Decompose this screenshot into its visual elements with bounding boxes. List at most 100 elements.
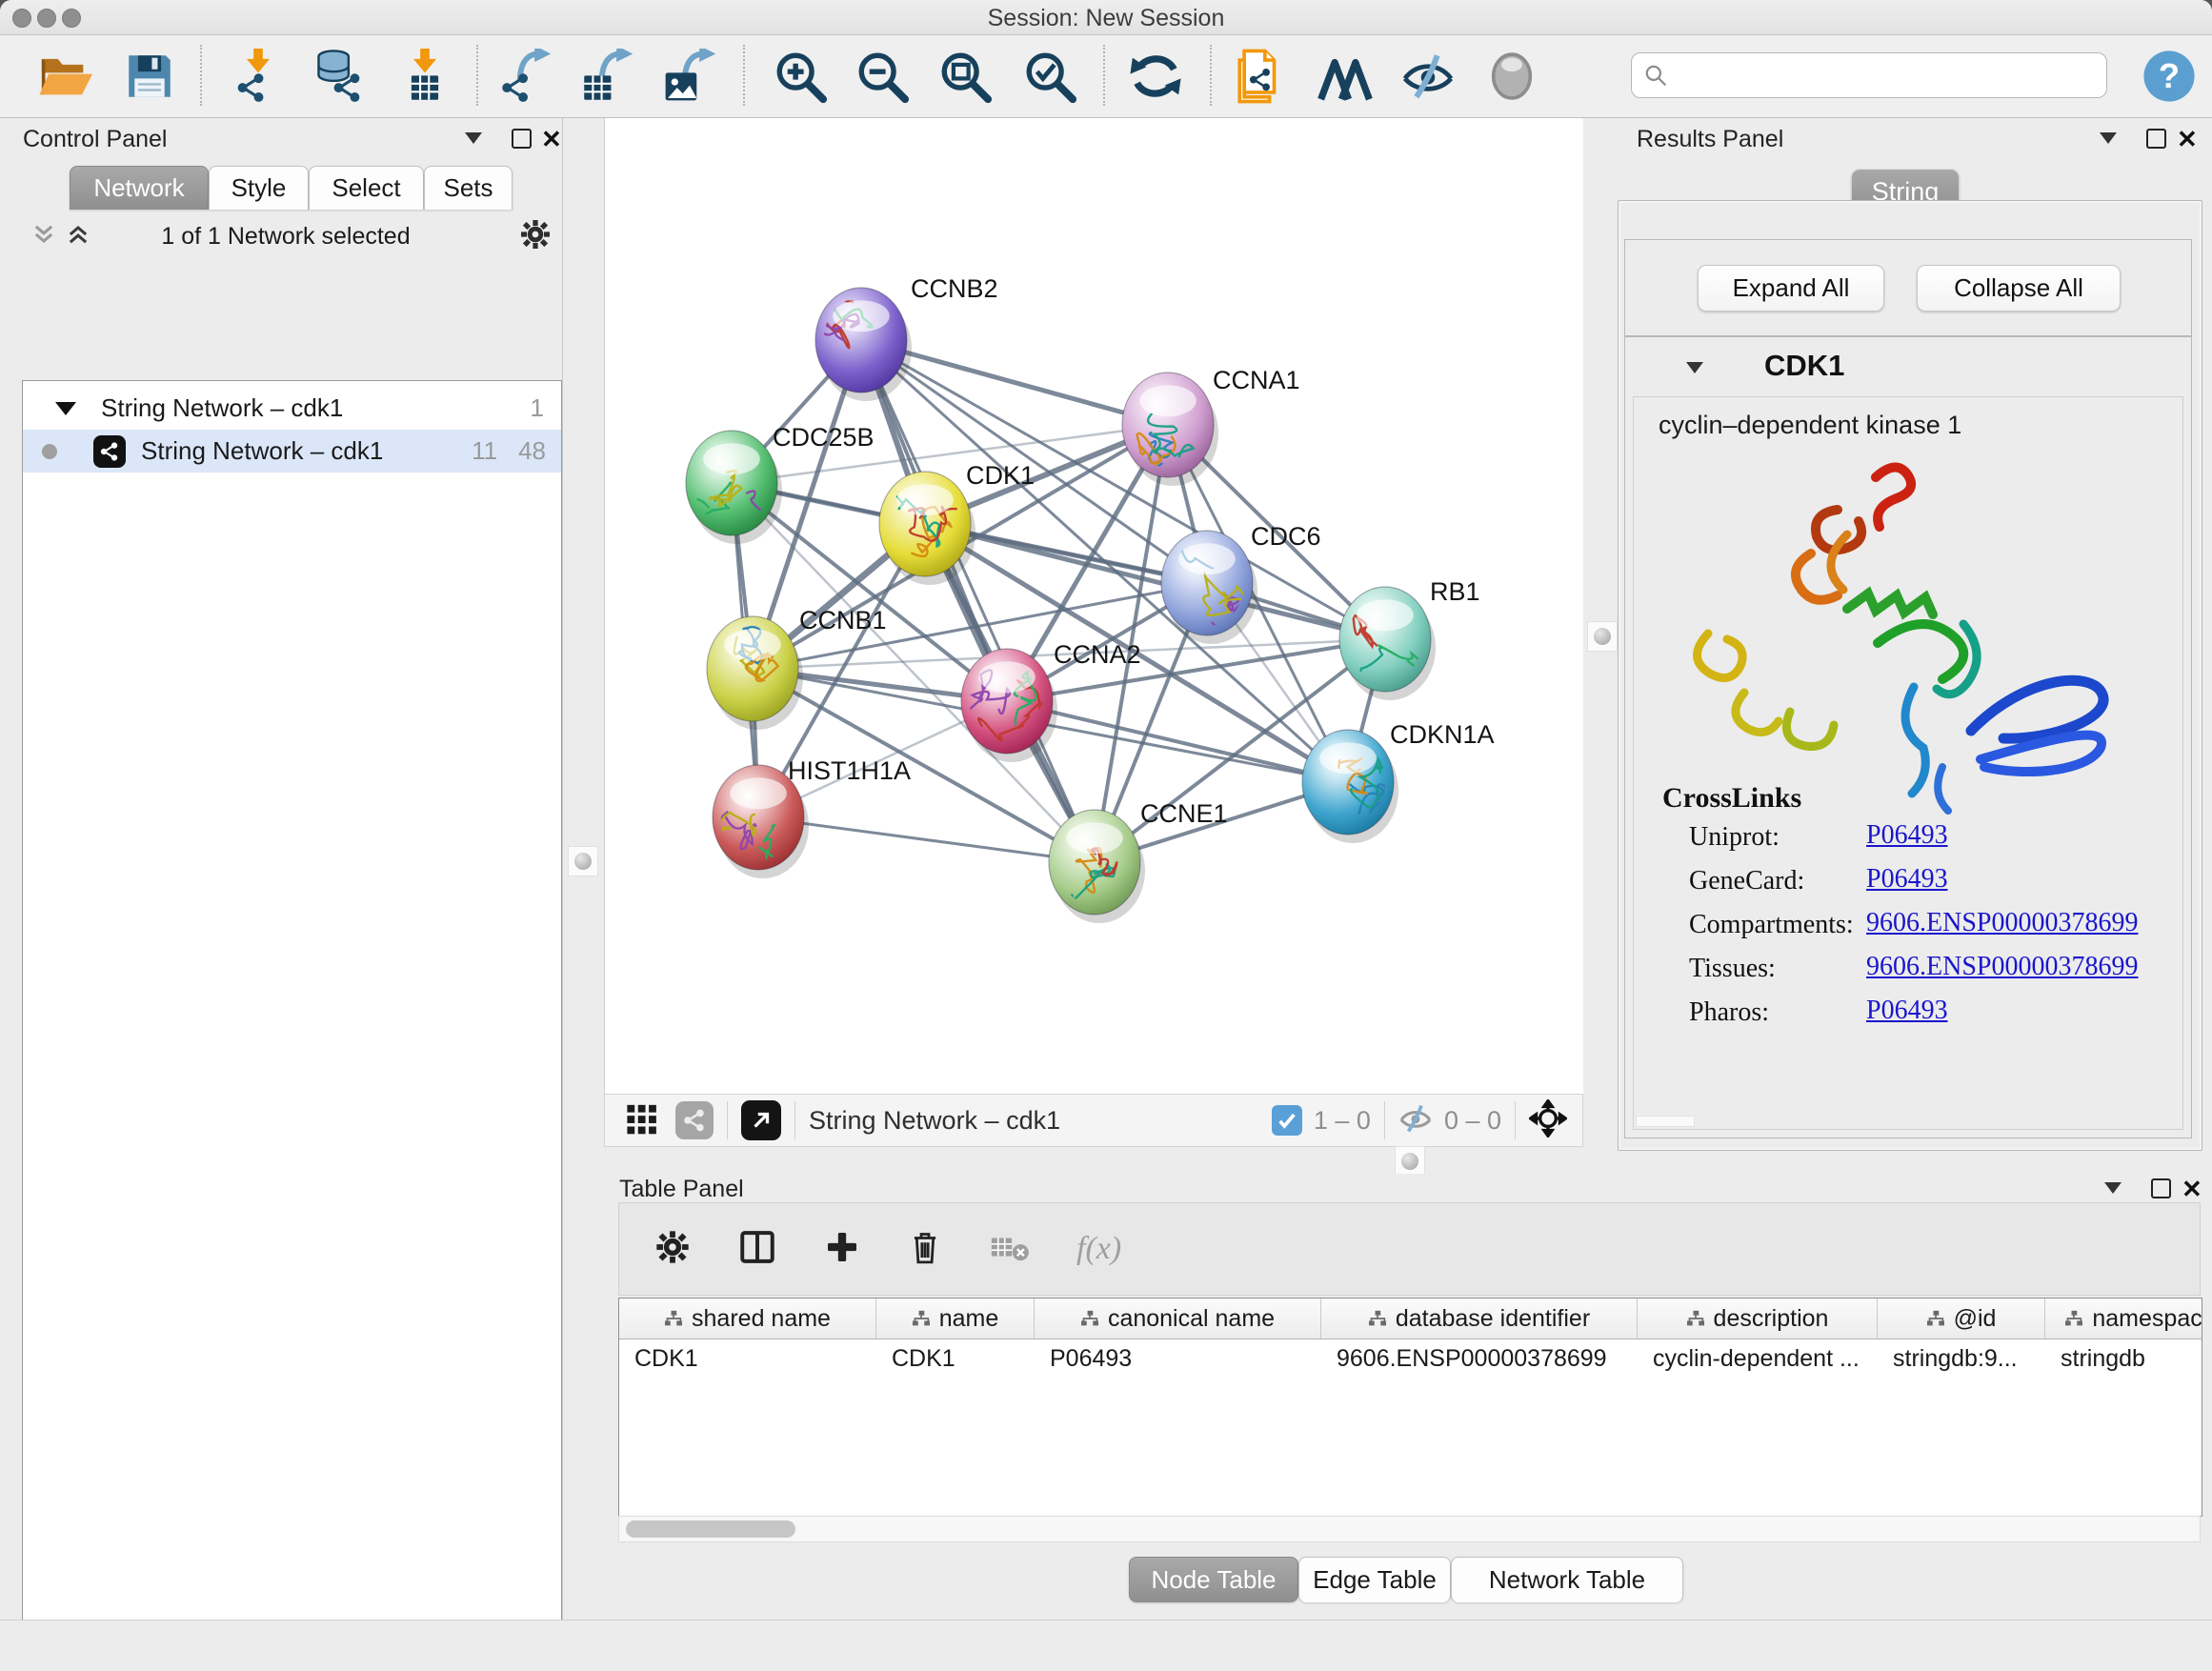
results-panel-close-icon[interactable]: ✕ [2177,127,2198,151]
crosslink-compartments-link[interactable]: 9606.ENSP00000378699 [1866,908,2138,938]
title-bar: Session: New Session [0,0,2212,35]
save-session-icon[interactable] [122,49,177,104]
zoom-fit-icon[interactable] [937,49,993,104]
tab-sets[interactable]: Sets [424,166,513,210]
collapse-all-button[interactable]: Collapse All [1917,265,2121,312]
detach-view-icon[interactable] [741,1100,781,1140]
control-panel-title: Control Panel [23,126,167,153]
column-header-namespace[interactable]: namespace [2045,1299,2202,1339]
horizontal-splitter-handle[interactable] [1395,1146,1425,1177]
results-panel-float-icon[interactable] [2146,129,2166,149]
table-row[interactable]: CDK1CDK1P064939606.ENSP00000378699cyclin… [619,1339,2202,1378]
tab-select[interactable]: Select [309,166,424,210]
crosslink-pharos-link[interactable]: P06493 [1866,996,1948,1026]
string-network-graph[interactable]: CCNB2CCNA1CDC25BCDK1CDC6RB1CCNB1CCNA2CDK… [605,118,1584,1094]
export-network-icon[interactable] [497,49,553,104]
zoom-out-icon[interactable] [855,49,910,104]
svg-text:CCNA1: CCNA1 [1213,366,1300,394]
network-canvas[interactable]: CCNB2CCNA1CDC25BCDK1CDC6RB1CCNB1CCNA2CDK… [604,118,1585,1094]
control-panel-menu-icon[interactable] [465,132,482,144]
gene-description: cyclin–dependent kinase 1 [1659,411,1961,440]
results-scrollbar-thumb[interactable] [1636,1116,1695,1127]
table-panel-close-icon[interactable]: ✕ [2182,1177,2202,1201]
gene-collapse-icon[interactable] [1686,362,1703,373]
horizontal-splitter[interactable] [604,1147,1583,1174]
network-tree-root-row[interactable]: String Network – cdk1 1 [23,387,561,430]
search-icon [1643,63,1668,88]
open-session-icon[interactable] [37,49,92,104]
table-panel-float-icon[interactable] [2151,1178,2171,1198]
help-icon[interactable]: ? [2142,49,2197,104]
table-settings-gear-icon[interactable] [654,1228,692,1271]
table-cell[interactable]: stringdb [2045,1339,2202,1378]
column-header--id[interactable]: @id [1878,1299,2045,1339]
control-panel-float-icon[interactable] [512,129,532,149]
table-cell[interactable]: stringdb:9... [1878,1339,2045,1378]
control-panel-close-icon[interactable]: ✕ [541,127,562,151]
network-tree: String Network – cdk1 1 String Network –… [22,380,562,1671]
table-panel-menu-icon[interactable] [2104,1182,2122,1194]
table-cell[interactable]: CDK1 [619,1339,876,1378]
zoom-in-icon[interactable] [773,49,828,104]
column-header-database-identifier[interactable]: database identifier [1321,1299,1638,1339]
delete-column-icon[interactable] [907,1229,943,1270]
selected-nodes-checkbox[interactable] [1272,1105,1302,1136]
network-tree-row[interactable]: String Network – cdk1 11 48 [23,430,561,473]
column-header-canonical-name[interactable]: canonical name [1035,1299,1321,1339]
network-share-icon[interactable] [675,1101,714,1139]
add-column-icon[interactable] [823,1228,861,1271]
tree-expand-icon[interactable] [55,402,76,415]
table-hscrollbar-thumb[interactable] [626,1520,795,1538]
column-header-description[interactable]: description [1638,1299,1878,1339]
collapse-all-networks-icon[interactable] [30,221,57,252]
export-table-icon[interactable] [579,49,634,104]
tab-network[interactable]: Network [70,166,209,210]
crosslink-label: Compartments: [1689,910,1854,940]
crosslink-label: Tissues: [1689,954,1776,984]
expand-all-networks-icon[interactable] [65,221,91,252]
tab-edge-table[interactable]: Edge Table [1298,1557,1451,1602]
tab-style[interactable]: Style [209,166,309,210]
toolbar-separator [794,1101,795,1139]
apply-preferred-layout-icon[interactable] [1128,49,1183,104]
clone-network-icon[interactable] [1233,49,1288,104]
svg-text:CDC25B: CDC25B [773,423,875,452]
hidden-items-icon[interactable] [1398,1101,1433,1140]
svg-text:CCNB1: CCNB1 [799,606,887,634]
first-neighbors-icon[interactable] [1317,49,1373,104]
left-splitter[interactable] [562,118,605,1620]
search-input[interactable] [1668,61,2106,90]
import-network-file-icon[interactable] [231,49,286,104]
toolbar-separator [1103,45,1105,106]
right-splitter-handle[interactable] [1587,621,1618,652]
export-image-icon[interactable] [662,49,717,104]
import-table-file-icon[interactable] [397,49,452,104]
column-header-name[interactable]: name [876,1299,1035,1339]
grid-mode-icon[interactable] [626,1102,658,1139]
edge-count: 48 [518,436,546,466]
crosslink-genecard-link[interactable]: P06493 [1866,864,1948,895]
table-cell[interactable]: cyclin-dependent ... [1638,1339,1878,1378]
column-header-shared-name[interactable]: shared name [619,1299,876,1339]
tab-node-table[interactable]: Node Table [1129,1557,1298,1602]
zoom-selected-icon[interactable] [1022,49,1077,104]
network-panel-gear-icon[interactable] [518,217,553,256]
table-cell[interactable]: CDK1 [876,1339,1035,1378]
birdseye-view-icon[interactable] [1529,1099,1567,1142]
crosslink-uniprot-link[interactable]: P06493 [1866,820,1948,851]
show-graphics-details-icon[interactable] [1484,49,1539,104]
hide-selected-icon[interactable] [1400,49,1456,104]
crosslink-tissues-link[interactable]: 9606.ENSP00000378699 [1866,952,2138,982]
import-network-database-icon[interactable] [311,49,366,104]
tab-network-table[interactable]: Network Table [1451,1557,1683,1602]
left-splitter-handle[interactable] [568,846,598,876]
svg-text:?: ? [2159,56,2180,95]
table-hscrollbar[interactable] [618,1516,2201,1542]
show-columns-icon[interactable] [737,1227,777,1272]
results-panel-menu-icon[interactable] [2100,132,2117,144]
table-cell[interactable]: 9606.ENSP00000378699 [1321,1339,1638,1378]
protein-structure-image [1649,447,2163,818]
function-builder-icon: f(x) [1076,1231,1121,1267]
table-cell[interactable]: P06493 [1035,1339,1321,1378]
expand-all-button[interactable]: Expand All [1698,265,1884,312]
